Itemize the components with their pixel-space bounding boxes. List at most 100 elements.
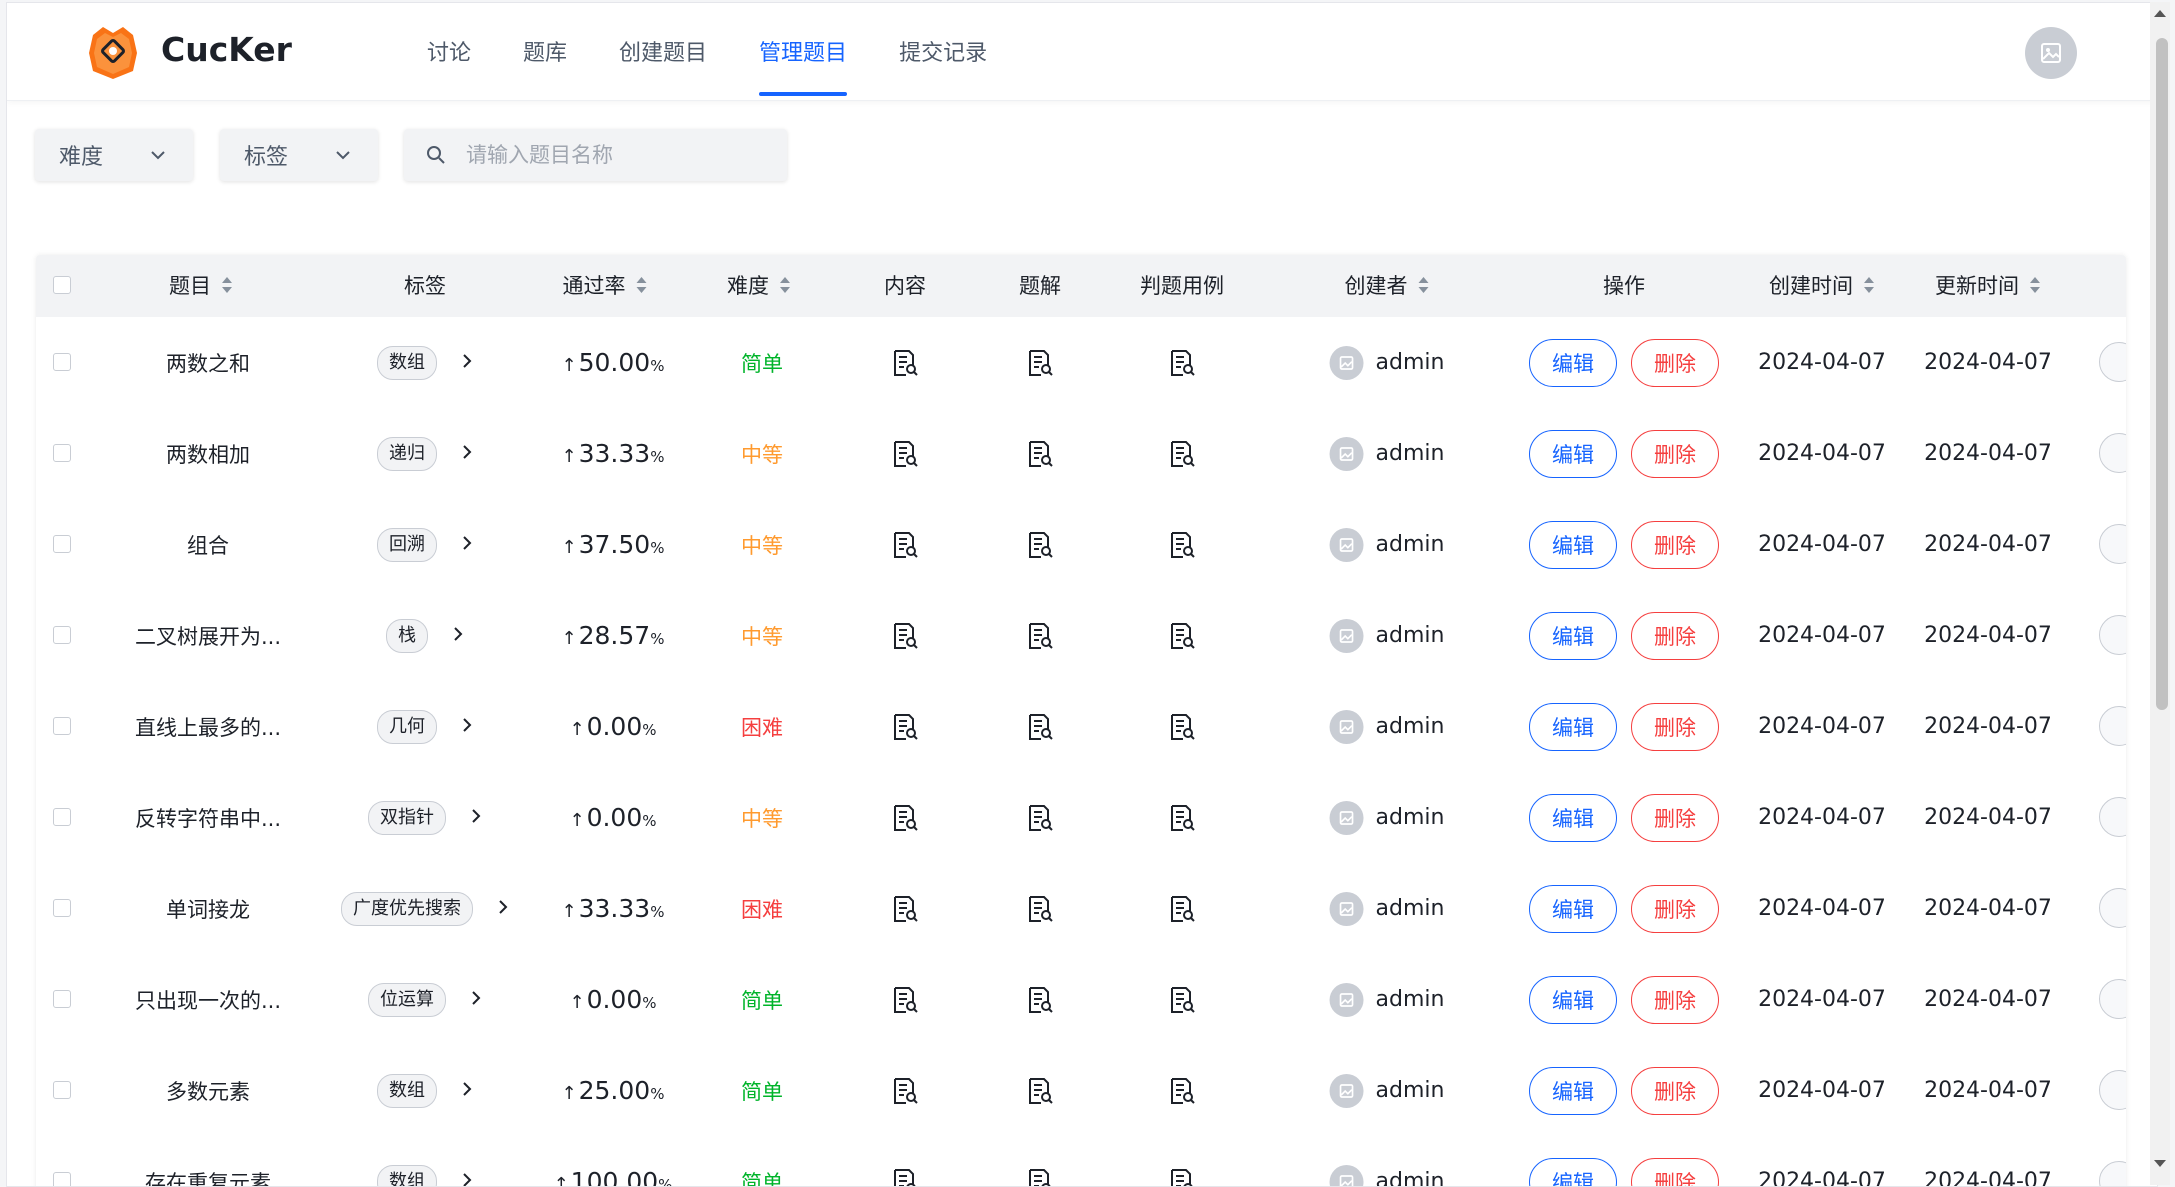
view-solution-button[interactable] xyxy=(1027,954,1053,1045)
view-cases-button[interactable] xyxy=(1169,408,1195,499)
more-tags-toggle[interactable] xyxy=(461,443,473,465)
more-tags-toggle[interactable] xyxy=(461,534,473,556)
nav-problem-bank[interactable]: 题库 xyxy=(523,3,567,100)
more-tags-toggle[interactable] xyxy=(452,625,464,647)
more-tags-toggle[interactable] xyxy=(461,352,473,374)
view-cases-button[interactable] xyxy=(1169,681,1195,772)
scroll-up-icon[interactable] xyxy=(2154,10,2166,17)
view-content-button[interactable] xyxy=(892,590,918,681)
history-button[interactable] xyxy=(2099,524,2126,564)
row-checkbox[interactable] xyxy=(53,717,71,735)
more-tags-toggle[interactable] xyxy=(461,716,473,738)
edit-button[interactable]: 编辑 xyxy=(1529,1157,1617,1186)
chevron-right-icon[interactable] xyxy=(461,1080,473,1098)
more-tags-toggle[interactable] xyxy=(461,1080,473,1102)
view-solution-button[interactable] xyxy=(1027,772,1053,863)
edit-button[interactable]: 编辑 xyxy=(1529,702,1617,751)
edit-button[interactable]: 编辑 xyxy=(1529,1066,1617,1115)
chevron-right-icon[interactable] xyxy=(470,989,482,1007)
history-button[interactable] xyxy=(2099,797,2126,837)
history-button[interactable] xyxy=(2099,1070,2126,1110)
tags-select[interactable]: 标签 xyxy=(220,129,378,181)
history-button[interactable] xyxy=(2099,1161,2126,1186)
view-cases-button[interactable] xyxy=(1169,863,1195,954)
history-button[interactable] xyxy=(2099,979,2126,1019)
chevron-right-icon[interactable] xyxy=(461,534,473,552)
delete-button[interactable]: 删除 xyxy=(1631,793,1719,842)
view-content-button[interactable] xyxy=(892,317,918,408)
view-solution-button[interactable] xyxy=(1027,1136,1053,1186)
view-content-button[interactable] xyxy=(892,1136,918,1186)
delete-button[interactable]: 删除 xyxy=(1631,429,1719,478)
delete-button[interactable]: 删除 xyxy=(1631,975,1719,1024)
search-input[interactable] xyxy=(464,142,768,168)
row-checkbox[interactable] xyxy=(53,353,71,371)
chevron-right-icon[interactable] xyxy=(497,898,509,916)
edit-button[interactable]: 编辑 xyxy=(1529,975,1617,1024)
view-solution-button[interactable] xyxy=(1027,590,1053,681)
more-tags-toggle[interactable] xyxy=(497,898,509,920)
row-checkbox[interactable] xyxy=(53,626,71,644)
chevron-right-icon[interactable] xyxy=(470,807,482,825)
delete-button[interactable]: 删除 xyxy=(1631,702,1719,751)
nav-manage-problems[interactable]: 管理题目 xyxy=(759,3,848,100)
row-checkbox[interactable] xyxy=(53,444,71,462)
view-content-button[interactable] xyxy=(892,681,918,772)
row-checkbox[interactable] xyxy=(53,1172,71,1186)
history-button[interactable] xyxy=(2099,433,2126,473)
chevron-right-icon[interactable] xyxy=(452,625,464,643)
col-difficulty[interactable]: 难度 xyxy=(727,255,791,317)
view-content-button[interactable] xyxy=(892,772,918,863)
row-checkbox[interactable] xyxy=(53,1081,71,1099)
view-content-button[interactable] xyxy=(892,1045,918,1136)
edit-button[interactable]: 编辑 xyxy=(1529,520,1617,569)
edit-button[interactable]: 编辑 xyxy=(1529,611,1617,660)
view-content-button[interactable] xyxy=(892,954,918,1045)
view-solution-button[interactable] xyxy=(1027,863,1053,954)
difficulty-select[interactable]: 难度 xyxy=(35,129,193,181)
scrollbar-thumb[interactable] xyxy=(2156,38,2168,710)
delete-button[interactable]: 删除 xyxy=(1631,520,1719,569)
scroll-down-icon[interactable] xyxy=(2154,1160,2166,1167)
nav-discussion[interactable]: 讨论 xyxy=(427,3,471,100)
edit-button[interactable]: 编辑 xyxy=(1529,884,1617,933)
col-created-time[interactable]: 创建时间 xyxy=(1769,255,1875,317)
view-cases-button[interactable] xyxy=(1169,954,1195,1045)
col-pass-rate[interactable]: 通过率 xyxy=(563,255,648,317)
row-checkbox[interactable] xyxy=(53,899,71,917)
delete-button[interactable]: 删除 xyxy=(1631,1157,1719,1186)
view-cases-button[interactable] xyxy=(1169,499,1195,590)
history-button[interactable] xyxy=(2099,706,2126,746)
more-tags-toggle[interactable] xyxy=(470,989,482,1011)
edit-button[interactable]: 编辑 xyxy=(1529,429,1617,478)
user-avatar[interactable] xyxy=(2025,27,2077,79)
view-solution-button[interactable] xyxy=(1027,317,1053,408)
history-button[interactable] xyxy=(2099,888,2126,928)
view-cases-button[interactable] xyxy=(1169,1136,1195,1186)
col-title[interactable]: 题目 xyxy=(169,255,233,317)
select-all-checkbox[interactable] xyxy=(53,276,71,294)
col-updated-time[interactable]: 更新时间 xyxy=(1935,255,2041,317)
view-solution-button[interactable] xyxy=(1027,499,1053,590)
view-content-button[interactable] xyxy=(892,499,918,590)
edit-button[interactable]: 编辑 xyxy=(1529,793,1617,842)
row-checkbox[interactable] xyxy=(53,990,71,1008)
view-content-button[interactable] xyxy=(892,408,918,499)
delete-button[interactable]: 删除 xyxy=(1631,1066,1719,1115)
chevron-right-icon[interactable] xyxy=(461,1171,473,1187)
more-tags-toggle[interactable] xyxy=(470,807,482,829)
view-solution-button[interactable] xyxy=(1027,1045,1053,1136)
view-solution-button[interactable] xyxy=(1027,681,1053,772)
edit-button[interactable]: 编辑 xyxy=(1529,338,1617,387)
more-tags-toggle[interactable] xyxy=(461,1171,473,1187)
nav-submissions[interactable]: 提交记录 xyxy=(899,3,987,100)
chevron-right-icon[interactable] xyxy=(461,352,473,370)
nav-create-problem[interactable]: 创建题目 xyxy=(619,3,707,100)
chevron-right-icon[interactable] xyxy=(461,716,473,734)
col-creator[interactable]: 创建者 xyxy=(1345,255,1430,317)
view-solution-button[interactable] xyxy=(1027,408,1053,499)
view-cases-button[interactable] xyxy=(1169,772,1195,863)
view-content-button[interactable] xyxy=(892,863,918,954)
view-cases-button[interactable] xyxy=(1169,317,1195,408)
chevron-right-icon[interactable] xyxy=(461,443,473,461)
